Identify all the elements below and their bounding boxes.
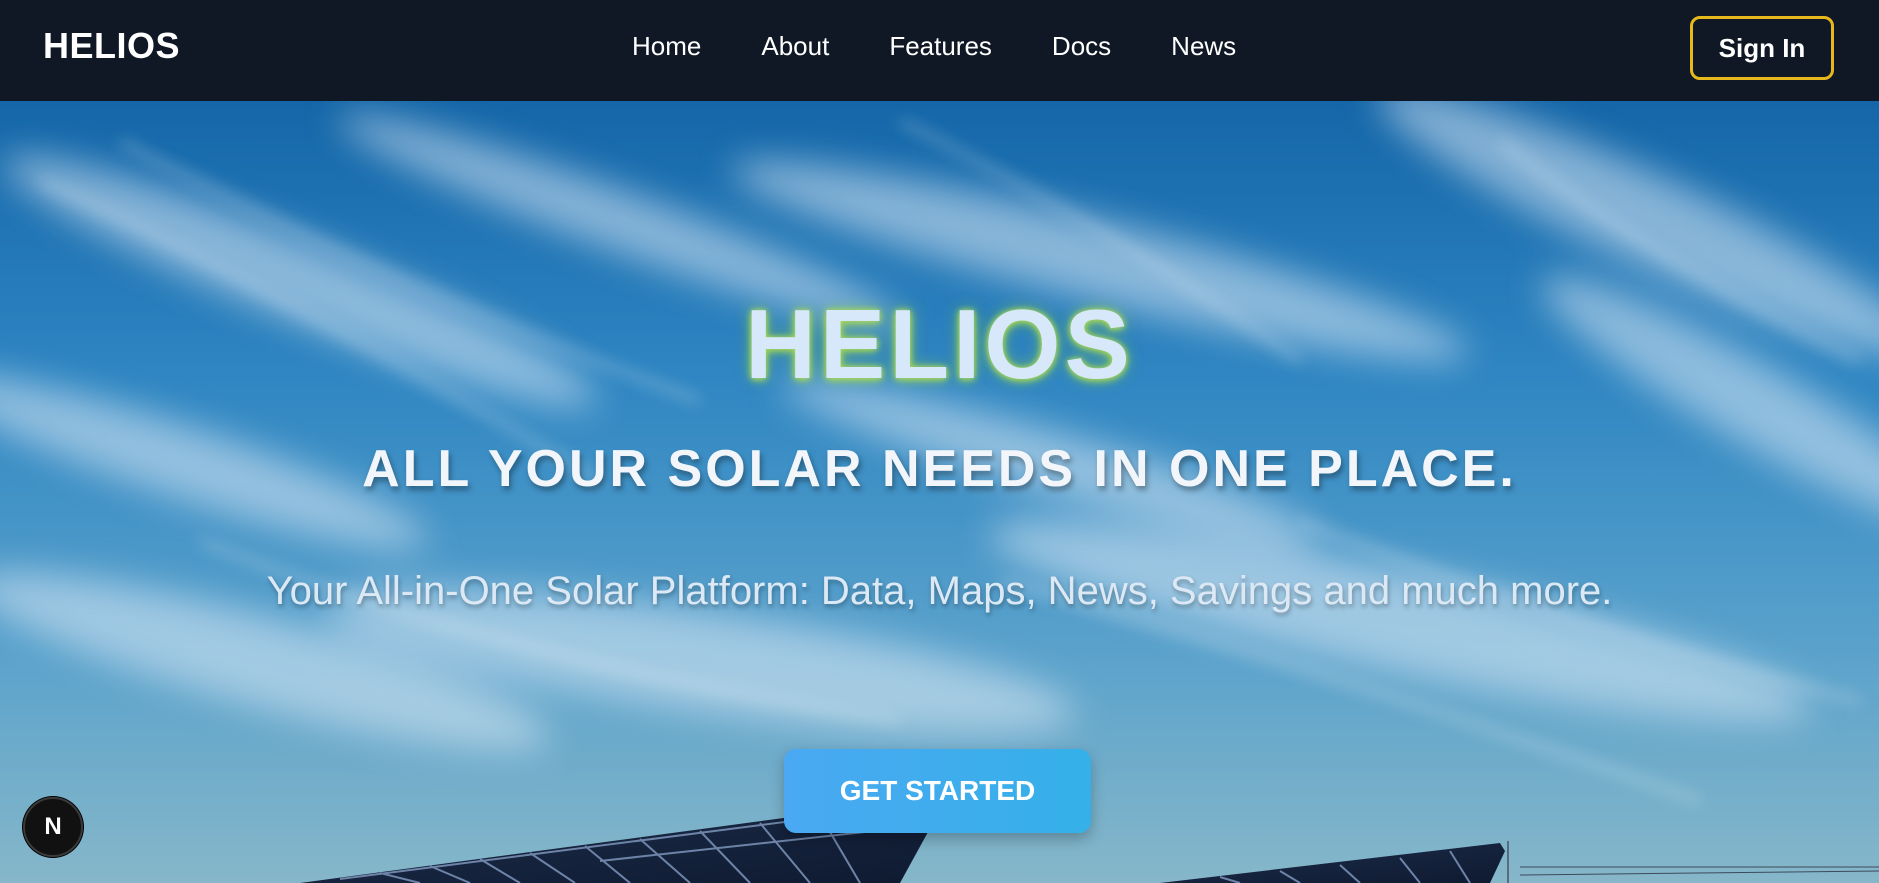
hero-subtitle: Your All-in-One Solar Platform: Data, Ma…	[266, 569, 1613, 613]
brand-logo[interactable]: HELIOS	[43, 26, 180, 66]
nextjs-devtools-button[interactable]: N	[23, 797, 83, 857]
nav-links: Home About Features Docs News	[632, 30, 1236, 62]
hero-section: HELIOS ALL YOUR SOLAR NEEDS IN ONE PLACE…	[0, 101, 1879, 883]
nav-link-about[interactable]: About	[761, 30, 829, 62]
nav-link-features[interactable]: Features	[889, 30, 992, 62]
page: HELIOS Home About Features Docs News Sig…	[0, 0, 1879, 883]
nextjs-icon: N	[44, 813, 62, 840]
nav-link-home[interactable]: Home	[632, 30, 701, 62]
navbar: HELIOS Home About Features Docs News Sig…	[0, 0, 1879, 101]
hero-tagline: ALL YOUR SOLAR NEEDS IN ONE PLACE.	[362, 440, 1517, 498]
sign-in-button[interactable]: Sign In	[1690, 16, 1834, 80]
hero-title: HELIOS	[745, 289, 1134, 399]
nav-link-docs[interactable]: Docs	[1052, 30, 1111, 62]
get-started-button[interactable]: GET STARTED	[784, 749, 1091, 833]
nav-link-news[interactable]: News	[1171, 30, 1236, 62]
